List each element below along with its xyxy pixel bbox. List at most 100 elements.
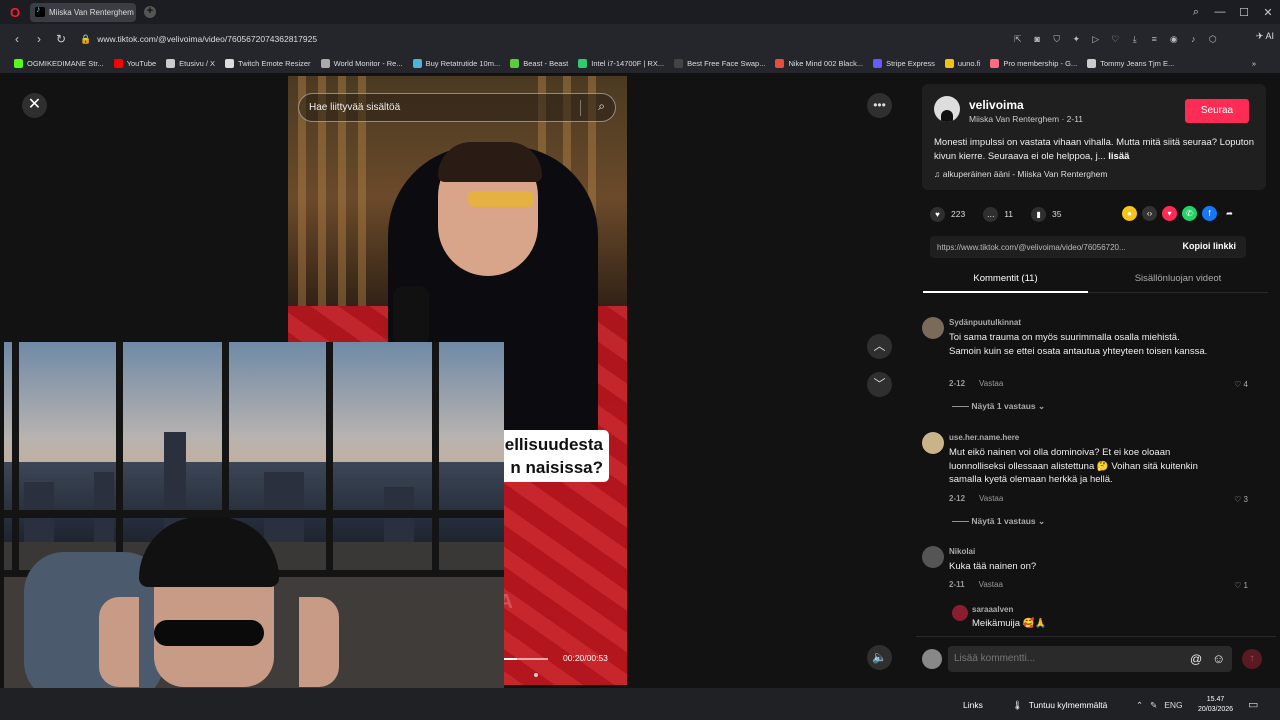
comment-bar: Lisää kommentti... @ ☺ ↑ [916,636,1276,688]
side-panel: velivoima Miiska Van Renterghem · 2-11 S… [916,76,1276,688]
comment-avatar[interactable] [922,317,944,339]
follow-button[interactable]: Seuraa [1185,99,1249,123]
bookmark-item[interactable]: Etusivu / X [166,59,215,68]
menu-icon[interactable]: ≡ [1145,34,1165,44]
bookmark-item[interactable]: YouTube [113,59,156,68]
tab-creator-videos[interactable]: Sisällönluojan videot [1093,266,1263,293]
taskbar: Links 🌡 Tuntuu kylmemmältä ⌃ ✎ ENG 15.47… [0,688,1280,720]
more-options-button[interactable]: ••• [867,93,892,118]
reply-username[interactable]: saraaalven [972,605,1013,614]
whatsapp-icon[interactable]: ✆ [1182,206,1197,221]
tiktok-ext-icon[interactable]: ♪ [1184,34,1204,44]
chevron-up-icon[interactable]: ⌃ [1136,700,1143,711]
comment-like-button[interactable]: ♡ 3 [1234,495,1248,504]
bookmark-item[interactable]: OGMIKEDIMANE Str... [14,59,104,68]
send-comment-button[interactable]: ↑ [1242,649,1262,669]
facebook-icon[interactable]: f [1202,206,1217,221]
taskbar-clock[interactable]: 15.47 20/03/2026 [1198,695,1233,715]
back-icon[interactable]: ‹ [6,32,28,46]
like-button[interactable]: ♥ 223 [930,206,965,222]
bookmark-item[interactable]: World Monitor - Re... [320,59,403,68]
comment-button[interactable]: … 11 [983,206,1013,222]
previous-video-button[interactable]: ︿ [867,334,892,359]
search-icon[interactable]: ⌕ [598,99,605,114]
bookmark-label: Tommy Jeans Tjm E... [1100,59,1175,68]
play-icon[interactable]: ▷ [1086,34,1106,45]
show-replies-button[interactable]: —— Näytä 1 vastaus ⌄ [952,401,1045,412]
author-username[interactable]: velivoima [969,98,1024,112]
lang-indicator[interactable]: ENG [1164,700,1182,711]
bookmark-icon [412,59,422,68]
browser-tab[interactable]: Miiska Van Renterghem [30,2,136,22]
reply-button[interactable]: Vastaa [979,379,1003,388]
comment-avatar[interactable] [922,546,944,568]
video-link[interactable]: https://www.tiktok.com/@velivoima/video/… [937,243,1126,252]
bookmark-item[interactable]: Beast - Beast [510,59,568,68]
close-window-button[interactable]: ✕ [1256,6,1280,19]
coin-icon[interactable]: ● [1122,206,1137,221]
send-to-friend-icon[interactable]: ▾ [1162,206,1177,221]
comment-like-button[interactable]: ♡ 1 [1234,581,1248,590]
search-bar[interactable]: Hae liittyvää sisältöä ⌕ [298,93,616,122]
taskbar-weather[interactable]: 🌡 Tuntuu kylmemmältä [1012,700,1107,711]
comment-text: Mut eikö nainen voi olla dominoiva? Et e… [949,447,1198,485]
download-icon[interactable]: ⤓ [1125,34,1145,45]
save-button[interactable]: ▮ 35 [1031,206,1061,222]
minimize-button[interactable]: — [1208,6,1232,18]
embed-icon[interactable]: ‹› [1142,206,1157,221]
system-tray: ⌃ ✎ ENG [1136,700,1183,711]
url-field[interactable]: 🔒 www.tiktok.com/@velivoima/video/760567… [80,29,1000,49]
maximize-button[interactable]: ☐ [1232,6,1256,19]
bookmark-item[interactable]: Twitch Emote Resizer [225,59,311,68]
next-video-button[interactable]: ﹀ [867,372,892,397]
new-tab-button[interactable]: + [144,6,156,18]
bookmarks-overflow-icon[interactable]: » [1252,59,1256,68]
bookmark-item[interactable]: Stripe Express [873,59,935,68]
profile-icon[interactable]: ◉ [1164,34,1184,45]
bookmark-item[interactable]: Pro membership - G... [990,59,1077,68]
search-input[interactable]: Hae liittyvää sisältöä [309,102,400,113]
tab-comments[interactable]: Kommentit (11) [923,266,1088,293]
author-card: velivoima Miiska Van Renterghem · 2-11 S… [922,84,1266,190]
bookmark-item[interactable]: Nike Mind 002 Black... [775,59,863,68]
volume-button[interactable]: 🔈 [867,645,892,670]
music-info[interactable]: ♫ alkuperäinen ääni - Miiska Van Renterg… [934,169,1108,179]
heart-icon[interactable]: ♡ [1106,34,1126,45]
taskbar-links[interactable]: Links [963,700,983,710]
reload-icon[interactable]: ↻ [50,32,72,46]
comment-username[interactable]: Nikolai [949,547,975,556]
emoji-icon[interactable]: ☺ [1212,651,1225,666]
more-link[interactable]: lisää [1108,151,1129,162]
forward-icon[interactable]: › [28,32,50,46]
show-replies-button[interactable]: —— Näytä 1 vastaus ⌄ [952,516,1045,527]
comment-avatar[interactable] [922,432,944,454]
shield-icon[interactable]: ⛉ [1047,34,1067,45]
bookmark-item[interactable]: Best Free Face Swap... [674,59,765,68]
reply-button[interactable]: Vastaa [979,494,1003,503]
comment-username[interactable]: use.her.name.here [949,433,1019,442]
copy-link-button[interactable]: Kopioi linkki [1182,241,1236,251]
bookmark-item[interactable]: Buy Retatrutide 10m... [412,59,500,68]
bookmark-item[interactable]: Intel i7-14700F | RX... [578,59,664,68]
notification-icon[interactable]: ▭ [1248,698,1258,711]
reply-button[interactable]: Vastaa [979,580,1003,589]
mention-icon[interactable]: @ [1190,652,1202,666]
ai-button[interactable]: ✈ AI [1256,31,1274,42]
reply-avatar[interactable] [952,605,968,621]
send-icon[interactable]: ⇱ [1008,34,1028,45]
camera-icon[interactable]: ◙ [1028,34,1048,44]
scrub-handle[interactable] [534,673,538,677]
author-avatar[interactable] [934,96,960,122]
share-icon[interactable]: ➦ [1222,206,1237,221]
comment-username[interactable]: Sydänpuutulkinnat [949,318,1021,327]
comment-like-button[interactable]: ♡ 4 [1234,380,1248,389]
search-tabs-icon[interactable]: ⌕ [1184,6,1208,19]
opera-logo-icon[interactable]: O [0,0,30,24]
bookmark-item[interactable]: uuno.fi [944,59,980,68]
close-video-button[interactable]: ✕ [22,93,47,118]
bookmark-item[interactable]: Tommy Jeans Tjm E... [1087,59,1174,68]
extension-icon[interactable]: ✦ [1067,34,1087,45]
pen-icon[interactable]: ✎ [1150,700,1157,711]
cube-icon[interactable]: ⬡ [1203,34,1223,45]
progress-bar[interactable] [498,658,548,660]
